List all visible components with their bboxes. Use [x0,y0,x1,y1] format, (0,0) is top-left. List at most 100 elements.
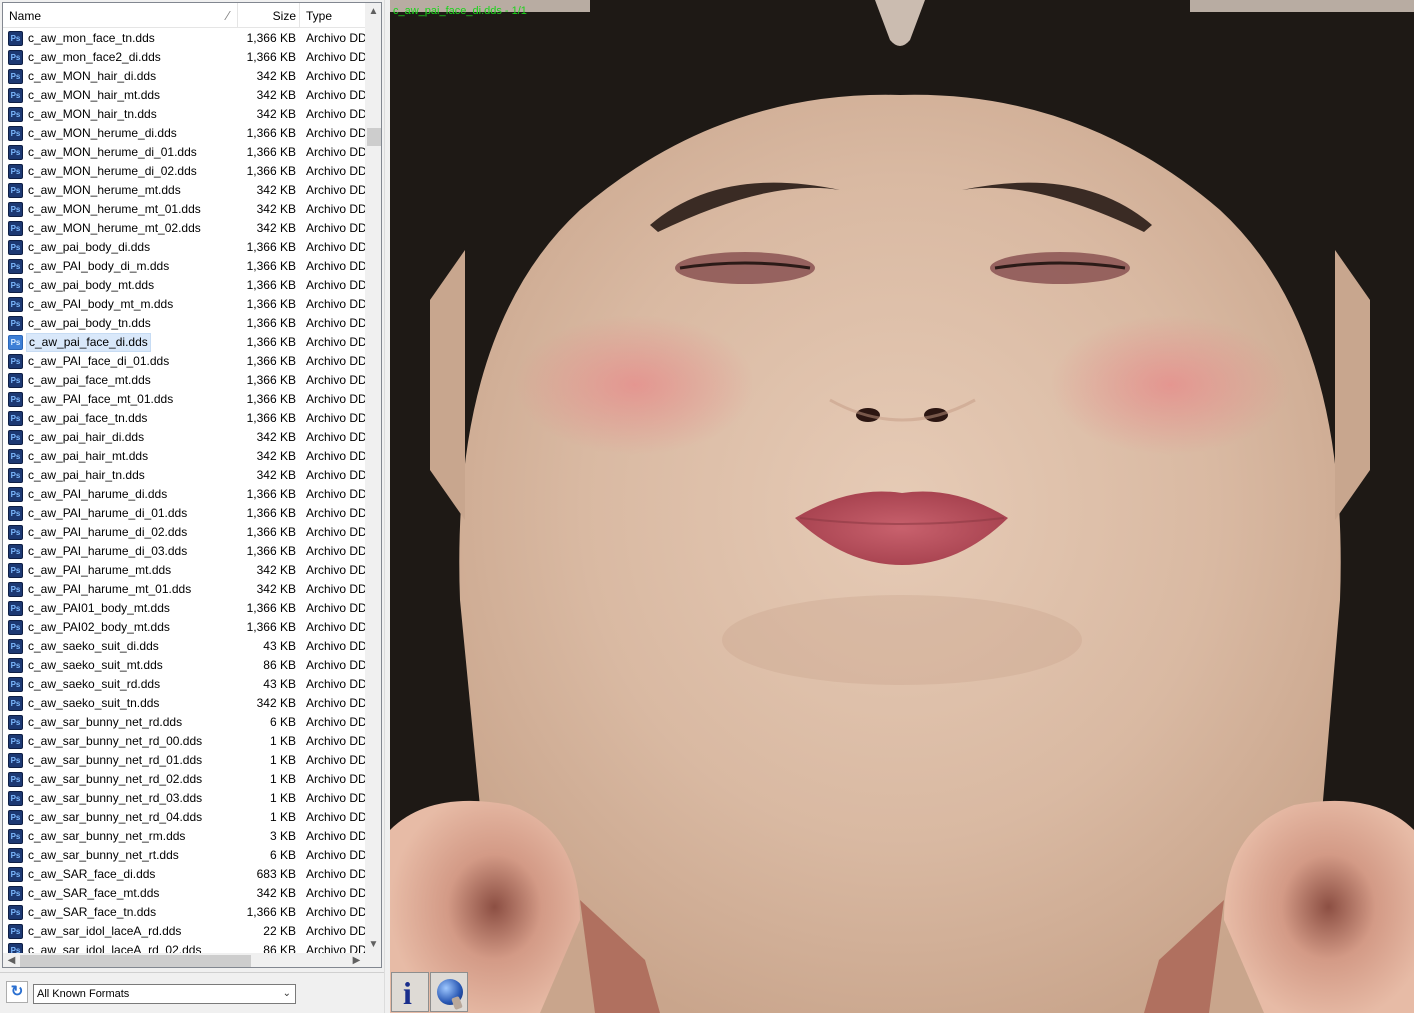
file-size: 342 KB [256,430,296,444]
file-name: c_aw_saeko_suit_tn.dds [28,696,160,710]
file-row[interactable]: Ps c_aw_MON_herume_mt.dds 342 KB Archivo DD… [3,181,365,200]
file-row[interactable]: Ps c_aw_PAI_harume_mt_01.dds 342 KB Archivo… [3,580,365,599]
file-row[interactable]: Ps c_aw_mon_face_tn.dds 1,366 KB Archivo DD… [3,29,365,48]
file-row[interactable]: Ps c_aw_pai_hair_tn.dds 342 KB Archivo DDS [3,466,365,485]
file-row[interactable]: Ps c_aw_PAI_harume_di.dds 1,366 KB Archivo … [3,485,365,504]
file-row[interactable]: Ps c_aw_PAI_body_di_m.dds 1,366 KB Archivo … [3,257,365,276]
file-type: Archivo DDS [306,316,365,330]
photoshop-file-icon: Ps [8,335,23,350]
file-row[interactable]: Ps c_aw_pai_hair_mt.dds 342 KB Archivo DDS [3,447,365,466]
file-row[interactable]: Ps c_aw_pai_face_mt.dds 1,366 KB Archivo DD… [3,371,365,390]
file-row[interactable]: Ps c_aw_PAI01_body_mt.dds 1,366 KB Archivo … [3,599,365,618]
file-name: c_aw_pai_hair_di.dds [28,430,145,444]
file-row[interactable]: Ps c_aw_MON_hair_di.dds 342 KB Archivo DDS [3,67,365,86]
file-row[interactable]: Ps c_aw_sar_bunny_net_rd_00.dds 1 KB Archiv… [3,732,365,751]
file-type: Archivo DDS [306,88,365,102]
file-row[interactable]: Ps c_aw_sar_bunny_net_rm.dds 3 KB Archivo D… [3,827,365,846]
file-row[interactable]: Ps c_aw_sar_bunny_net_rd_01.dds 1 KB Archiv… [3,751,365,770]
image-viewer[interactable]: c_aw_pai_face_di.dds - 1/1 i [390,0,1414,1013]
file-size: 342 KB [256,563,296,577]
file-row[interactable]: Psc_aw_pai_face_di.dds 1,366 KB Archivo DD… [3,333,365,352]
column-size-header[interactable]: Size [238,3,300,28]
file-row[interactable]: Ps c_aw_sar_bunny_net_rd_02.dds 1 KB Archiv… [3,770,365,789]
file-row[interactable]: Ps c_aw_MON_hair_tn.dds 342 KB Archivo DDS [3,105,365,124]
file-name: c_aw_sar_bunny_net_rd_04.dds [28,810,203,824]
refresh-button[interactable]: ↻ [6,981,28,1003]
file-name: c_aw_pai_hair_tn.dds [28,468,145,482]
photoshop-file-icon: Ps [8,525,23,540]
file-name: c_aw_PAI01_body_mt.dds [28,601,170,615]
file-name: c_aw_MON_herume_mt_01.dds [28,202,201,216]
vertical-scrollbar[interactable]: ▲ ▼ [365,3,381,953]
file-size: 43 KB [263,677,296,691]
photoshop-file-icon: Ps [8,392,23,407]
scroll-right-arrow-icon[interactable]: ▶ [348,953,365,967]
file-row[interactable]: Ps c_aw_saeko_suit_di.dds 43 KB Archivo DDS [3,637,365,656]
file-row[interactable]: Ps c_aw_PAI_face_di_01.dds 1,366 KB Archivo… [3,352,365,371]
file-row[interactable]: Ps c_aw_sar_bunny_net_rd_04.dds 1 KB Archiv… [3,808,365,827]
horizontal-scrollbar[interactable]: ◀ ▶ [3,953,365,967]
file-type: Archivo DDS [306,791,365,805]
file-name: c_aw_MON_hair_tn.dds [28,107,157,121]
file-name: c_aw_PAI_harume_di_01.dds [28,506,188,520]
file-size: 342 KB [256,221,296,235]
file-row[interactable]: Ps c_aw_PAI_harume_di_02.dds 1,366 KB Archi… [3,523,365,542]
file-row[interactable]: Ps c_aw_sar_idol_laceA_rd.dds 22 KB Archivo… [3,922,365,941]
file-size: 342 KB [256,582,296,596]
file-row[interactable]: Ps c_aw_pai_hair_di.dds 342 KB Archivo DDS [3,428,365,447]
file-row[interactable]: Ps c_aw_saeko_suit_mt.dds 86 KB Archivo DDS [3,656,365,675]
file-list[interactable]: Name ∕ Size Type Ps c_aw_mon_face_tn.dds 1… [2,2,382,968]
file-row[interactable]: Ps c_aw_sar_bunny_net_rd.dds 6 KB Archivo D… [3,713,365,732]
file-row[interactable]: Ps c_aw_saeko_suit_rd.dds 43 KB Archivo DDS [3,675,365,694]
file-row[interactable]: Ps c_aw_PAI_face_mt_01.dds 1,366 KB Archivo… [3,390,365,409]
file-row[interactable]: Ps c_aw_sar_bunny_net_rd_03.dds 1 KB Archiv… [3,789,365,808]
file-size: 1,366 KB [246,905,296,919]
file-row[interactable]: Ps c_aw_pai_body_di.dds 1,366 KB Archivo DD… [3,238,365,257]
vertical-scroll-thumb[interactable] [367,128,381,146]
file-size: 1 KB [269,753,296,767]
file-row[interactable]: Ps c_aw_SAR_face_mt.dds 342 KB Archivo DDS [3,884,365,903]
file-row[interactable]: Ps c_aw_MON_hair_mt.dds 342 KB Archivo DDS [3,86,365,105]
file-type: Archivo DDS [306,772,365,786]
file-row[interactable]: Ps c_aw_PAI_body_mt_m.dds 1,366 KB Archivo … [3,295,365,314]
scroll-down-arrow-icon[interactable]: ▼ [365,936,381,953]
format-filter-dropdown[interactable]: All Known Formats ⌄ [33,984,296,1004]
scroll-left-arrow-icon[interactable]: ◀ [3,953,20,967]
globe-button[interactable] [430,972,468,1012]
file-size: 1 KB [269,772,296,786]
file-name: c_aw_pai_face_tn.dds [28,411,148,425]
scroll-up-arrow-icon[interactable]: ▲ [365,3,381,20]
file-row[interactable]: Ps c_aw_MON_herume_di_02.dds 1,366 KB Archi… [3,162,365,181]
photoshop-file-icon: Ps [8,50,23,65]
file-type: Archivo DDS [306,487,365,501]
photoshop-file-icon: Ps [8,126,23,141]
file-type: Archivo DDS [306,829,365,843]
photoshop-file-icon: Ps [8,829,23,844]
file-size: 342 KB [256,88,296,102]
file-row[interactable]: Ps c_aw_saeko_suit_tn.dds 342 KB Archivo DD… [3,694,365,713]
file-row[interactable]: Ps c_aw_PAI_harume_mt.dds 342 KB Archivo DD… [3,561,365,580]
file-row[interactable]: Ps c_aw_MON_herume_mt_02.dds 342 KB Archivo… [3,219,365,238]
file-type: Archivo DDS [306,848,365,862]
file-name: c_aw_PAI_harume_di_03.dds [28,544,188,558]
file-row[interactable]: Ps c_aw_SAR_face_tn.dds 1,366 KB Archivo DD… [3,903,365,922]
column-name-header[interactable]: Name ∕ [3,3,238,28]
file-size: 1,366 KB [246,335,296,349]
file-row[interactable]: Ps c_aw_MON_herume_di.dds 1,366 KB Archivo … [3,124,365,143]
file-row[interactable]: Ps c_aw_MON_herume_mt_01.dds 342 KB Archivo… [3,200,365,219]
file-row[interactable]: Ps c_aw_pai_face_tn.dds 1,366 KB Archivo DD… [3,409,365,428]
file-row[interactable]: Ps c_aw_pai_body_mt.dds 1,366 KB Archivo DD… [3,276,365,295]
file-row[interactable]: Ps c_aw_pai_body_tn.dds 1,366 KB Archivo DD… [3,314,365,333]
file-row[interactable]: Ps c_aw_mon_face2_di.dds 1,366 KB Archivo D… [3,48,365,67]
file-row[interactable]: Ps c_aw_SAR_face_di.dds 683 KB Archivo DDS [3,865,365,884]
file-size: 1,366 KB [246,392,296,406]
photoshop-file-icon: Ps [8,430,23,445]
file-row[interactable]: Ps c_aw_sar_bunny_net_rt.dds 6 KB Archivo D… [3,846,365,865]
column-type-header[interactable]: Type [300,3,365,28]
file-row[interactable]: Ps c_aw_PAI02_body_mt.dds 1,366 KB Archivo … [3,618,365,637]
horizontal-scroll-thumb[interactable] [20,955,251,967]
info-button[interactable]: i [391,972,429,1012]
file-row[interactable]: Ps c_aw_PAI_harume_di_03.dds 1,366 KB Archi… [3,542,365,561]
file-row[interactable]: Ps c_aw_PAI_harume_di_01.dds 1,366 KB Archi… [3,504,365,523]
file-row[interactable]: Ps c_aw_MON_herume_di_01.dds 1,366 KB Archi… [3,143,365,162]
